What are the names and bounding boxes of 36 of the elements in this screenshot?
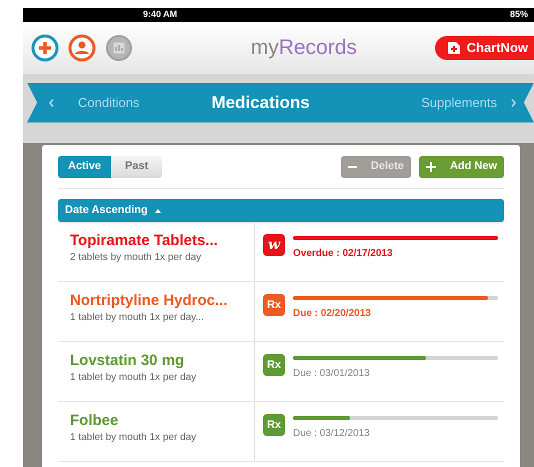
prev-section-link[interactable]: Conditions xyxy=(49,92,140,112)
dosage-text: 2 tablets by mouth 1x per day xyxy=(70,251,202,265)
medication-name[interactable]: Nortriptyline Hydroc... xyxy=(70,292,254,310)
due-date: Due : 02/20/2013 xyxy=(293,307,372,321)
rx-icon: Rx xyxy=(263,354,285,376)
chevron-right-icon xyxy=(511,98,516,106)
app-title: myRecords xyxy=(250,36,357,60)
status-time: 9:40 AM xyxy=(143,8,178,22)
next-section-link[interactable]: Supplements xyxy=(421,92,516,112)
current-section: Medications xyxy=(211,90,310,116)
add-new-button[interactable]: Add New xyxy=(418,156,504,178)
document-icon xyxy=(446,41,461,55)
dosage-text: 1 tablet by mouth 1x per day xyxy=(70,371,198,385)
due-date: Overdue : 02/17/2013 xyxy=(293,247,394,261)
chartnow-button[interactable]: ChartNow xyxy=(434,36,534,60)
chart-icon[interactable] xyxy=(105,34,133,62)
sort-header[interactable]: Date Ascending xyxy=(58,199,504,222)
medication-name[interactable]: Folbee xyxy=(70,412,254,430)
person-icon[interactable] xyxy=(68,34,96,62)
medication-name[interactable]: Lovstatin 30 mg xyxy=(70,352,254,370)
dosage-text: 1 tablet by mouth 1x per day... xyxy=(70,311,205,325)
sort-ascending-icon xyxy=(154,208,161,212)
chevron-left-icon xyxy=(49,98,54,106)
add-icon[interactable] xyxy=(31,34,59,62)
rx-icon: Rx xyxy=(263,414,285,436)
plus-icon xyxy=(426,162,436,172)
dosage-text: 1 tablet by mouth 1x per day xyxy=(70,431,198,445)
medication-name[interactable]: Topiramate Tablets... xyxy=(70,232,254,250)
battery-level: 85% xyxy=(510,8,528,22)
minus-icon xyxy=(348,166,357,168)
due-date: Due : 03/12/2013 xyxy=(293,427,371,441)
pharmacy-logo-icon: w xyxy=(263,234,285,256)
due-date: Due : 03/01/2013 xyxy=(293,367,371,381)
filter-tab[interactable]: Past xyxy=(111,156,162,178)
filter-tab[interactable]: Active xyxy=(58,156,112,178)
rx-icon: Rx xyxy=(263,294,285,316)
